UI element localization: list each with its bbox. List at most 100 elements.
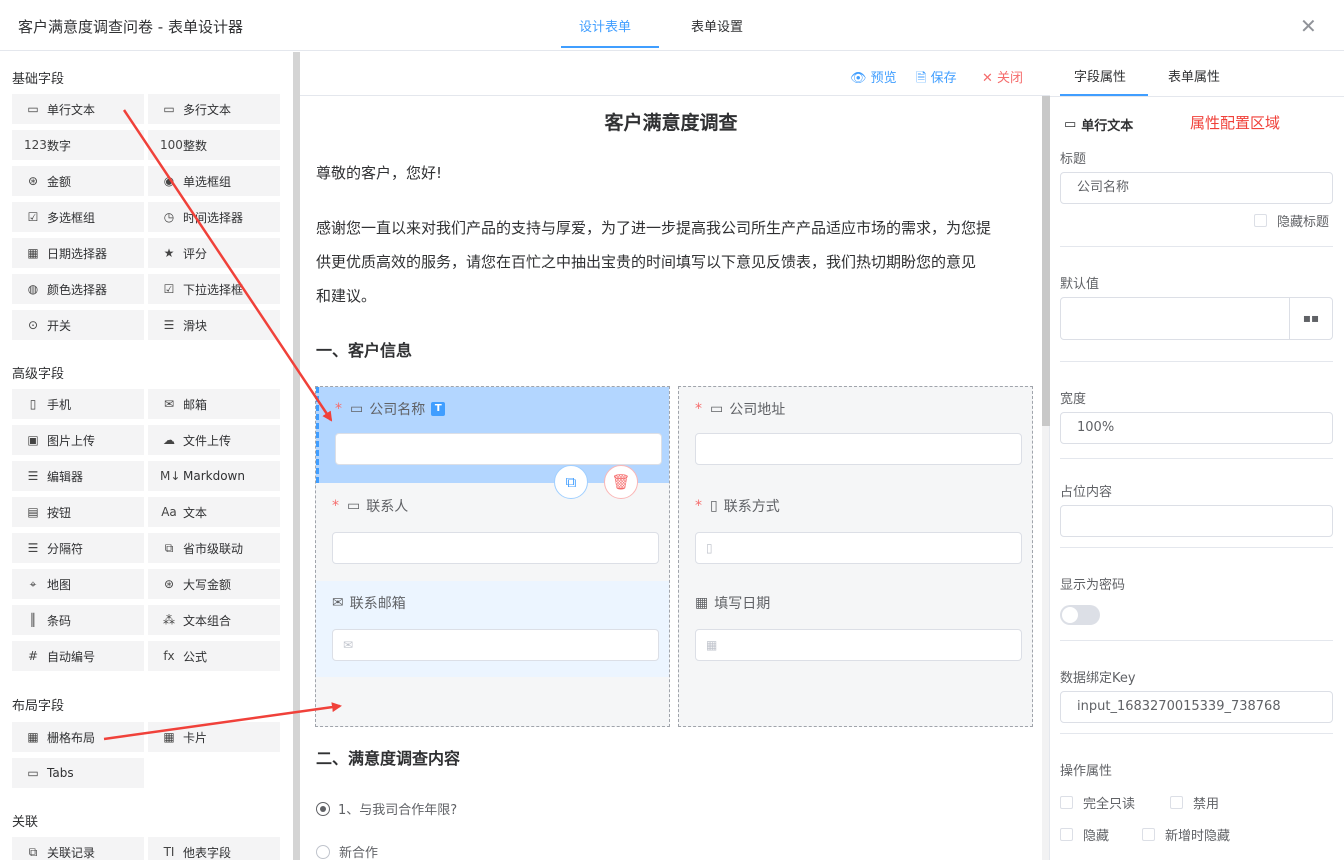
tab-design-form[interactable]: 设计表单 [579,16,631,35]
palette-item[interactable]: ▭ Tabs [12,758,144,788]
readonly-checkbox[interactable]: 完全只读 [1060,793,1135,812]
palette-item[interactable]: ⧉ 关联记录 [12,837,144,860]
company-name-input[interactable] [335,433,662,465]
grid-column-right[interactable]: * ▭ 公司地址 * ▯ 联系方式 ▯ ▦ 填写日期 ▦ [678,386,1033,727]
radio-checked-icon [316,801,330,816]
close-label: 关闭 [997,71,1024,86]
palette-item[interactable]: Aa 文本 [148,497,280,527]
readonly-label: 完全只读 [1083,797,1136,812]
palette-item[interactable]: ⧉ 省市级联动 [148,533,280,563]
palette-item[interactable]: ⊙ 开关 [12,310,144,340]
field-type-icon: ☑ [27,210,39,224]
greeting-text: 尊敬的客户，您好! [316,164,443,182]
binding-key-input[interactable]: input_1683270015339_738768 [1060,691,1333,723]
palette-item[interactable]: ⊛ 金额 [12,166,144,196]
palette-item[interactable]: ☰ 滑块 [148,310,280,340]
default-value-input[interactable]: ▪▪ [1060,297,1333,340]
palette-item-label: 自动编号 [47,649,96,664]
hidden-checkbox[interactable]: 隐藏 [1060,825,1109,844]
palette-item[interactable]: ☰ 分隔符 [12,533,144,563]
tab-field-properties[interactable]: 字段属性 [1074,66,1126,85]
palette-item[interactable]: TI 他表字段 [148,837,280,860]
company-address-input[interactable] [695,433,1022,465]
palette-item[interactable]: ◉ 单选框组 [148,166,280,196]
palette-item[interactable]: ◍ 颜色选择器 [12,274,144,304]
canvas-scrollbar[interactable] [1042,96,1050,426]
palette-item[interactable]: 123 数字 [12,130,144,160]
palette-item[interactable]: ✉ 邮箱 [148,389,280,419]
tab-form-settings[interactable]: 表单设置 [691,16,743,35]
field-label-row: * ▭ 联系人 [332,496,408,516]
placeholder-input[interactable] [1060,505,1333,537]
intro-line-1: 感谢您一直以来对我们产品的支持与厚爱，为了进一步提高我公司所生产产品适应市场的需… [316,219,992,237]
palette-item[interactable]: 100 整数 [148,130,280,160]
palette-item[interactable]: ⁂ 文本组合 [148,605,280,635]
palette-item-label: 按钮 [47,505,72,520]
question-1[interactable]: 1、与我司合作年限? [316,799,457,818]
palette-item[interactable]: ★ 评分 [148,238,280,268]
close-button[interactable]: ✕ 关闭 [982,67,1023,86]
password-toggle[interactable] [1060,605,1100,625]
palette-item[interactable]: ☰ 编辑器 [12,461,144,491]
grid-column-left[interactable]: * ▭ 公司名称 T ⧉ 🗑 * ▭ 联系人 ✉ 联系邮箱 ✉ [315,386,670,727]
field-label-row: ▦ 填写日期 [695,593,770,613]
palette-item[interactable]: ▭ 单行文本 [12,94,144,124]
palette-scrollbar[interactable] [293,52,300,860]
divider [1060,246,1333,247]
fill-date-input[interactable]: ▦ [695,629,1022,661]
contact-email-input[interactable]: ✉ [332,629,659,661]
field-contact[interactable]: * ▭ 联系人 [316,484,669,580]
title-input[interactable]: 公司名称 [1060,172,1333,204]
close-icon: ✕ [982,71,993,86]
tab-form-properties[interactable]: 表单属性 [1168,66,1220,85]
palette-item[interactable]: # 自动编号 [12,641,144,671]
disabled-checkbox[interactable]: 禁用 [1170,793,1219,812]
palette-item[interactable]: ☁ 文件上传 [148,425,280,455]
option-new-cooperation[interactable]: 新合作 [316,842,378,860]
palette-item[interactable]: ▦ 栅格布局 [12,722,144,752]
field-fill-date[interactable]: ▦ 填写日期 ▦ [679,581,1032,677]
save-icon: 🗎 [916,71,927,86]
header-bar: 客户满意度调查问卷 - 表单设计器 设计表单 表单设置 ✕ [0,0,1344,51]
palette-item[interactable]: M↓ Markdown [148,461,280,491]
palette-item[interactable]: ▭ 多行文本 [148,94,280,124]
divider [1060,547,1333,548]
hide-title-checkbox[interactable]: 隐藏标题 [1254,211,1329,230]
title-label: 标题 [1060,152,1087,167]
palette-item[interactable]: ▣ 图片上传 [12,425,144,455]
palette-item[interactable]: ▤ 按钮 [12,497,144,527]
contact-input[interactable] [332,532,659,564]
field-contact-email[interactable]: ✉ 联系邮箱 ✉ [316,581,669,677]
field-type-icon: ☰ [27,469,39,483]
default-value-label: 默认值 [1060,277,1100,292]
hide-on-create-checkbox[interactable]: 新增时隐藏 [1142,825,1230,844]
palette-item[interactable]: ║ 条码 [12,605,144,635]
close-icon[interactable]: ✕ [1300,16,1317,36]
field-type-icon: M↓ [160,469,181,483]
palette-item[interactable]: ☑ 下拉选择框 [148,274,280,304]
palette-item[interactable]: ⌖ 地图 [12,569,144,599]
palette-item-label: 单行文本 [47,102,96,117]
text-field-icon: ▭ [1064,117,1077,132]
palette-item-label: 评分 [183,246,208,261]
app-title: 客户满意度调查问卷 - 表单设计器 [18,18,243,36]
field-company-address[interactable]: * ▭ 公司地址 [679,387,1032,483]
palette-item-label: 编辑器 [47,469,84,484]
palette-item-label: 条码 [47,613,72,628]
palette-item[interactable]: ▯ 手机 [12,389,144,419]
field-type-icon: TI [163,845,175,859]
phone-icon: ▯ [710,498,718,514]
palette-item[interactable]: ▦ 日期选择器 [12,238,144,268]
palette-item[interactable]: ⊛ 大写金额 [148,569,280,599]
palette-item[interactable]: ☑ 多选框组 [12,202,144,232]
preview-button[interactable]: 👁 预览 [850,67,897,86]
grid-icon[interactable]: ▪▪ [1289,298,1332,339]
contact-method-input[interactable]: ▯ [695,532,1022,564]
width-input[interactable]: 100% [1060,412,1333,444]
palette-item[interactable]: ◷ 时间选择器 [148,202,280,232]
palette-item[interactable]: fx 公式 [148,641,280,671]
field-contact-method[interactable]: * ▯ 联系方式 ▯ [679,484,1032,580]
save-button[interactable]: 🗎 保存 [916,67,957,91]
form-title: 客户满意度调查 [604,112,738,134]
palette-item[interactable]: ▦ 卡片 [148,722,280,752]
